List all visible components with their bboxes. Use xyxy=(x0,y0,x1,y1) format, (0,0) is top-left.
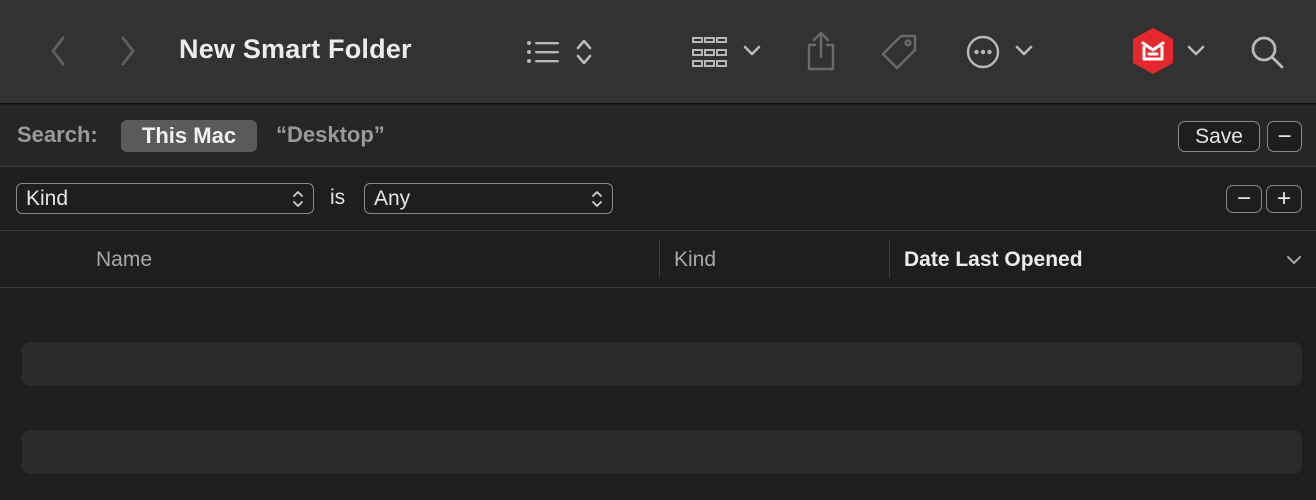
column-header-date-last-opened[interactable]: Date Last Opened xyxy=(904,248,1083,272)
sort-chevron-down-icon[interactable] xyxy=(1284,252,1304,268)
search-label: Search: xyxy=(17,122,98,147)
list-view-icon[interactable] xyxy=(524,37,562,67)
share-icon[interactable] xyxy=(804,30,838,72)
chevron-down-icon[interactable] xyxy=(742,40,762,62)
column-separator[interactable] xyxy=(659,240,660,278)
search-icon[interactable] xyxy=(1248,33,1286,71)
add-criteria-button[interactable]: + xyxy=(1266,185,1302,213)
remove-criteria-button[interactable]: − xyxy=(1226,185,1262,213)
remove-search-button[interactable]: − xyxy=(1267,121,1302,152)
column-header-kind[interactable]: Kind xyxy=(674,248,716,272)
popup-arrows-icon xyxy=(292,189,304,215)
column-header-name[interactable]: Name xyxy=(96,248,152,272)
app-extension-icon[interactable] xyxy=(1128,26,1178,76)
icon-grid-icon[interactable] xyxy=(690,36,730,68)
back-chevron-icon[interactable] xyxy=(44,34,72,68)
value-popup[interactable]: Any xyxy=(364,183,613,214)
column-separator[interactable] xyxy=(889,240,890,278)
attribute-popup[interactable]: Kind xyxy=(16,183,314,214)
forward-chevron-icon[interactable] xyxy=(114,34,142,68)
value-text: Any xyxy=(374,186,411,210)
window-title: New Smart Folder xyxy=(179,34,412,64)
chevron-down-icon[interactable] xyxy=(1186,40,1206,62)
operator-label: is xyxy=(330,186,346,209)
list-item xyxy=(22,342,1302,386)
more-ellipsis-icon[interactable] xyxy=(966,35,1000,69)
save-button[interactable]: Save xyxy=(1178,121,1260,152)
chevron-down-icon[interactable] xyxy=(1014,40,1034,62)
sort-arrows-icon[interactable] xyxy=(573,36,595,68)
attribute-value: Kind xyxy=(26,186,69,210)
scope-desktop-button[interactable]: “Desktop” xyxy=(276,122,385,148)
popup-arrows-icon xyxy=(591,189,603,215)
column-header-row xyxy=(0,232,1316,288)
tag-icon[interactable] xyxy=(878,32,920,72)
list-item xyxy=(22,430,1302,474)
scope-this-mac-button[interactable]: This Mac xyxy=(121,120,257,152)
window-toolbar: New Smart Folder xyxy=(0,0,1316,104)
